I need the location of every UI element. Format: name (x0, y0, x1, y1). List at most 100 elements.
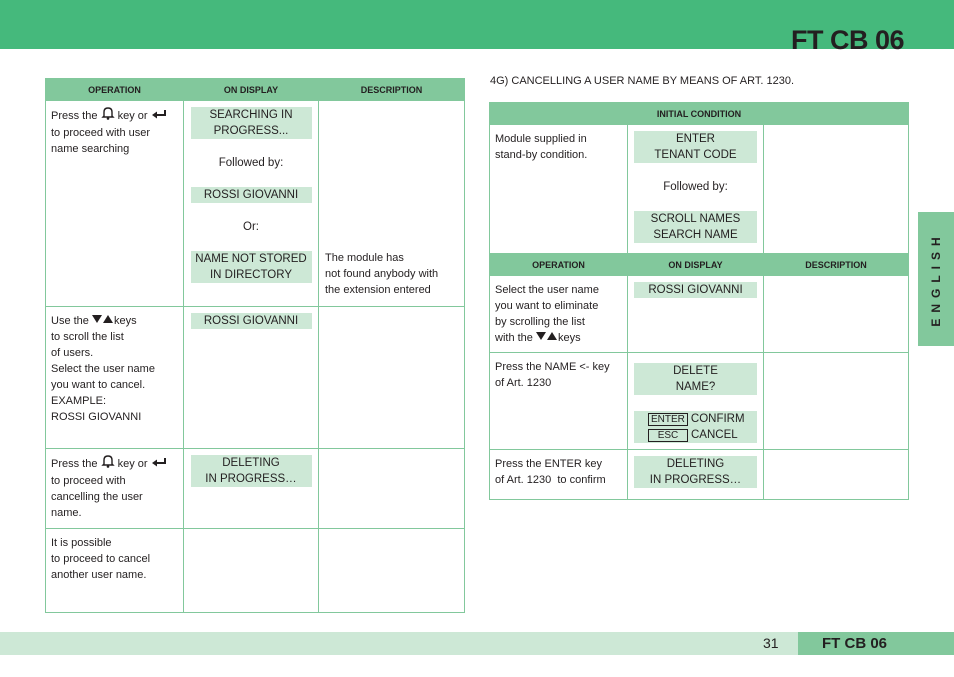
page-number: 31 (763, 635, 779, 651)
op-text: name searching (51, 143, 130, 155)
table-header-row: OPERATION ON DISPLAY DESCRIPTION (45, 78, 465, 101)
op-text: of Art. 1230 (495, 377, 552, 390)
followed-by-label: Followed by: (663, 181, 728, 193)
lcd-display: ROSSI GIOVANNI (190, 313, 312, 329)
header-operation: OPERATION (489, 253, 628, 276)
lcd-line: NAME NOT STORED (195, 253, 307, 265)
language-tab: ENGLISH (918, 212, 954, 346)
lcd-display: ROSSI GIOVANNI (190, 187, 312, 203)
enter-arrow-icon (151, 456, 167, 472)
header-initial-condition: INITIAL CONDITION (488, 102, 910, 125)
op-text: Press the (51, 457, 98, 470)
operation-cell: Press the ENTER key of Art. 1230 to conf… (489, 449, 628, 501)
operation-cell: Select the user name you want to elimina… (489, 274, 628, 354)
operation-cell: Press the NAME <- key of Art. 1230 (489, 352, 628, 451)
table-row: Press the key or to proceed with cancell… (45, 448, 465, 529)
display-cell: SEARCHING IN PROGRESS... Followed by: RO… (183, 100, 319, 307)
lcd-line: DELETING (666, 458, 725, 471)
op-text: ROSSI GIOVANNI (51, 411, 142, 424)
display-cell: DELETING IN PROGRESS… (183, 448, 319, 529)
op-text: with the (495, 332, 533, 344)
op-text: It is possible (51, 537, 112, 549)
table-row: Press the key or to proceed with user na… (45, 100, 465, 307)
display-cell: ENTER TENANT CODE Followed by: SCROLL NA… (627, 124, 764, 254)
op-text: to proceed with user (51, 127, 151, 139)
op-text: to scroll the list (51, 331, 124, 344)
header-description: DESCRIPTION (762, 253, 910, 276)
lcd-line: DELETE (673, 365, 718, 378)
lcd-display: SEARCHING IN PROGRESS... (190, 107, 312, 139)
key-action: CONFIRM (690, 413, 745, 426)
op-text: by scrolling the list (495, 316, 585, 328)
header-on-display: ON DISPLAY (627, 253, 764, 276)
display-cell (183, 528, 319, 613)
op-text: EXAMPLE: (51, 395, 107, 408)
bell-icon (100, 455, 115, 473)
desc-text: The module has (325, 252, 404, 264)
lcd-display: ROSSI GIOVANNI (634, 282, 757, 298)
confirm-option: ENTER CONFIRM (648, 411, 755, 427)
op-text: you want to cancel. (51, 379, 146, 392)
enter-key-label: ENTER (648, 413, 688, 427)
lcd-line: IN PROGRESS… (649, 474, 742, 487)
lcd-line: ROSSI GIOVANNI (203, 315, 299, 327)
desc-text: the extension entered (325, 284, 431, 296)
description-cell (762, 449, 910, 501)
lcd-line: DELETING (222, 457, 280, 469)
section-title: 4G) CANCELLING A USER NAME BY MEANS OF A… (490, 75, 795, 87)
description-cell (762, 274, 910, 354)
cancel-option: ESC CANCEL (648, 427, 755, 443)
initial-condition-header-row: INITIAL CONDITION (488, 102, 910, 125)
footer-title: FT CB 06 (798, 632, 954, 655)
header-operation: OPERATION (45, 78, 184, 101)
op-text: Select the user name (495, 284, 599, 296)
lcd-line: ROSSI GIOVANNI (203, 189, 299, 201)
description-cell (318, 306, 465, 449)
op-text: key or (117, 109, 148, 122)
enter-arrow-icon (151, 108, 167, 124)
table-row: Press the NAME <- key of Art. 1230 DELET… (489, 352, 910, 451)
desc-text: not found anybody with (325, 268, 439, 280)
lcd-line: PROGRESS... (213, 125, 289, 137)
table-row: Select the user name you want to elimina… (489, 274, 910, 354)
description-cell (762, 124, 910, 254)
table-row: Use the keys to scroll the list of users… (45, 306, 465, 449)
operation-cell: Use the keys to scroll the list of users… (45, 306, 184, 449)
down-up-arrows-icon (91, 313, 114, 329)
lcd-line: ROSSI GIOVANNI (648, 284, 743, 296)
op-text: of Art. 1230 to confirm (495, 474, 606, 487)
operation-cell: Press the key or to proceed with cancell… (45, 448, 184, 529)
operation-cell: Module supplied in stand-by condition. (489, 124, 628, 254)
display-cell: ROSSI GIOVANNI (627, 274, 764, 354)
language-label: ENGLISH (929, 231, 943, 327)
op-text: Module supplied in (495, 133, 587, 145)
or-label: Or: (243, 221, 259, 233)
lcd-key-options: ENTER CONFIRM ESC CANCEL (634, 411, 757, 444)
header-on-display: ON DISPLAY (183, 78, 319, 101)
op-text: another user name. (51, 569, 147, 581)
description-cell (318, 528, 465, 613)
op-text: keys (557, 332, 581, 344)
esc-key-label: ESC (648, 429, 688, 443)
operation-cell: It is possible to proceed to cancel anot… (45, 528, 184, 613)
followed-by-label: Followed by: (218, 157, 284, 169)
lcd-line: IN PROGRESS… (205, 473, 297, 485)
op-text: to proceed with (51, 475, 126, 487)
table-row: It is possible to proceed to cancel anot… (45, 528, 465, 613)
op-text: cancelling the user (51, 491, 143, 503)
page-title: FT CB 06 (790, 25, 905, 55)
op-text: you want to eliminate (495, 300, 599, 312)
lcd-display: DELETE NAME? (634, 363, 757, 396)
left-procedure-table: OPERATION ON DISPLAY DESCRIPTION Press t… (45, 78, 465, 613)
op-text: of users. (51, 347, 94, 360)
right-procedure-table: INITIAL CONDITION Module supplied in sta… (488, 102, 910, 501)
lcd-line: SCROLL NAMES (650, 213, 741, 225)
table-header-row: OPERATION ON DISPLAY DESCRIPTION (489, 253, 910, 276)
op-text: name. (51, 507, 82, 519)
op-text: Press the ENTER key (495, 458, 602, 471)
table-row: Press the ENTER key of Art. 1230 to conf… (489, 449, 910, 501)
op-text: Select the user name (51, 363, 155, 376)
bell-icon (100, 107, 115, 125)
lcd-display: SCROLL NAMES SEARCH NAME (634, 211, 757, 243)
op-text: stand-by condition. (495, 149, 588, 161)
